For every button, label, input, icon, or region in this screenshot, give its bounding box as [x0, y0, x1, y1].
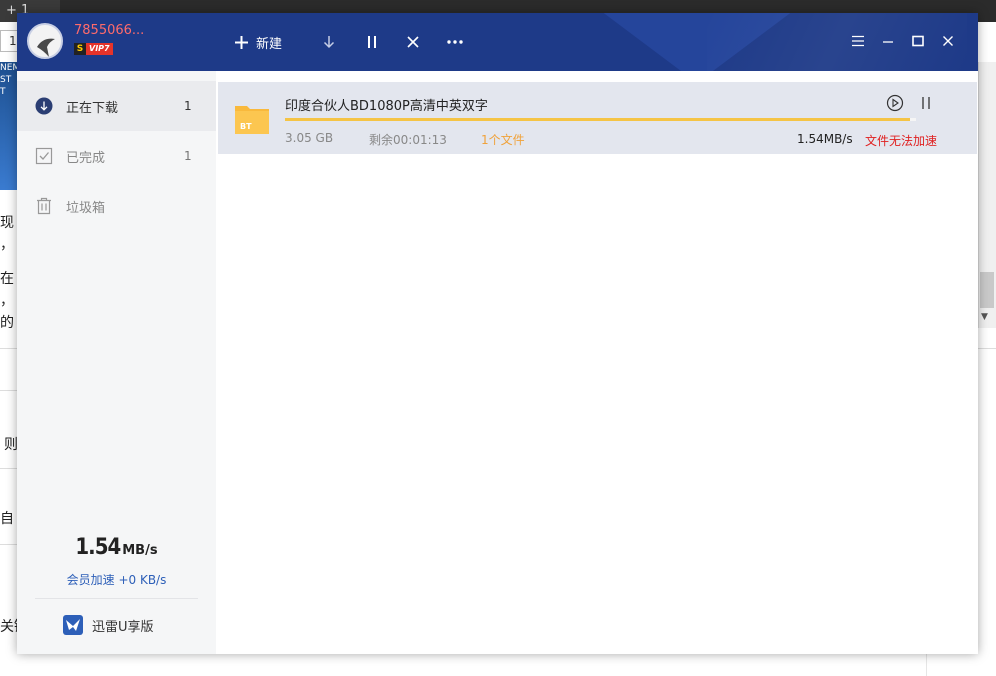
task-list: BT 印度合伙人BD1080P高清中英双字 3.05 GB 剩余00:01:13… — [216, 71, 978, 654]
background-divider — [0, 544, 18, 545]
u-version-label: 迅雷U享版 — [92, 619, 154, 635]
bt-label: BT — [240, 122, 252, 131]
new-task-label: 新建 — [256, 36, 283, 52]
background-divider — [0, 468, 18, 469]
task-size: 3.05 GB — [285, 131, 334, 145]
task-remaining-time: 剩余00:01:13 — [369, 133, 447, 147]
minimize-icon — [883, 41, 893, 43]
hamburger-icon — [852, 35, 864, 47]
start-download-button[interactable] — [323, 29, 335, 55]
more-button[interactable] — [447, 29, 463, 55]
bt-folder-icon: BT — [235, 106, 269, 134]
download-circle-icon — [35, 97, 53, 115]
sidebar-item-count: 1 — [184, 149, 192, 163]
vip-badge: S VIP7 — [74, 43, 113, 55]
maximize-icon — [912, 35, 924, 47]
background-text: 的 — [0, 315, 14, 331]
minimize-button[interactable] — [881, 33, 897, 51]
scroll-down-icon[interactable]: ▼ — [981, 312, 988, 322]
vip-level-label: VIP7 — [86, 43, 113, 55]
total-speed: 1.54 MB/s — [17, 535, 216, 560]
close-icon — [407, 36, 419, 48]
sidebar-divider — [35, 598, 198, 599]
sidebar-item-trash[interactable]: 垃圾箱 — [17, 181, 216, 231]
window-close-button[interactable] — [941, 33, 957, 51]
maximize-button[interactable] — [911, 33, 927, 51]
background-text: 现 — [0, 215, 14, 231]
task-file-count-link[interactable]: 1个文件 — [481, 131, 525, 148]
username[interactable]: 7855066... — [74, 23, 144, 38]
sidebar-item-label: 垃圾箱 — [66, 200, 106, 216]
task-acceleration-warning: 文件无法加速 — [865, 134, 938, 148]
total-speed-value: 1.54 — [75, 535, 121, 560]
sidebar-item-label: 正在下载 — [66, 100, 119, 116]
background-banner: NEM ST T — [0, 62, 18, 190]
background-text: ， — [0, 293, 14, 309]
vip-s-icon: S — [74, 43, 86, 55]
background-text: 自 — [0, 511, 14, 527]
avatar[interactable] — [27, 23, 63, 59]
vip-acceleration-link[interactable]: 会员加速 +0 KB/s — [17, 571, 216, 588]
background-scrollbar-thumb[interactable] — [980, 272, 994, 308]
plus-icon — [235, 35, 248, 49]
total-speed-unit: MB/s — [122, 543, 158, 558]
task-progress-fill — [285, 118, 910, 121]
play-folder-icon[interactable] — [886, 94, 904, 112]
pause-icon[interactable] — [919, 94, 933, 112]
check-box-icon — [35, 147, 53, 165]
sidebar: 正在下载 1 已完成 1 垃圾箱 1.54MB/s 会员加速 +0 KB/s — [17, 71, 216, 654]
sidebar-item-completed[interactable]: 已完成 1 — [17, 131, 216, 181]
sidebar-item-downloading[interactable]: 正在下载 1 — [17, 81, 216, 131]
arrow-down-icon — [323, 36, 335, 49]
task-progress-bar — [285, 118, 916, 121]
xunlei-logo-icon — [63, 615, 83, 635]
xunlei-window: 7855066... S VIP7 新建 正在下载 1 已完成 1 垃圾箱 1.… — [17, 13, 978, 654]
pause-all-button[interactable] — [366, 29, 378, 55]
delete-task-button[interactable] — [407, 29, 419, 55]
more-dots-icon — [447, 40, 463, 44]
titlebar-decoration — [707, 13, 967, 71]
task-row[interactable]: BT 印度合伙人BD1080P高清中英双字 3.05 GB 剩余00:01:13… — [218, 82, 977, 154]
task-name: 印度合伙人BD1080P高清中英双字 — [285, 99, 488, 114]
main-menu-button[interactable] — [851, 33, 867, 51]
pause-icon — [368, 36, 376, 48]
close-icon — [943, 36, 953, 46]
title-bar: 7855066... S VIP7 新建 — [17, 13, 978, 71]
task-speed: 1.54MB/s — [797, 132, 853, 146]
background-text: 在 — [0, 271, 14, 287]
trash-icon — [37, 197, 51, 215]
background-text: ， — [0, 237, 14, 253]
new-task-button[interactable]: 新建 — [235, 29, 282, 55]
sidebar-item-count: 1 — [184, 99, 192, 113]
sidebar-item-label: 已完成 — [66, 150, 106, 166]
u-version-button[interactable]: 迅雷U享版 — [63, 613, 154, 637]
background-text: 关键 — [0, 619, 18, 635]
